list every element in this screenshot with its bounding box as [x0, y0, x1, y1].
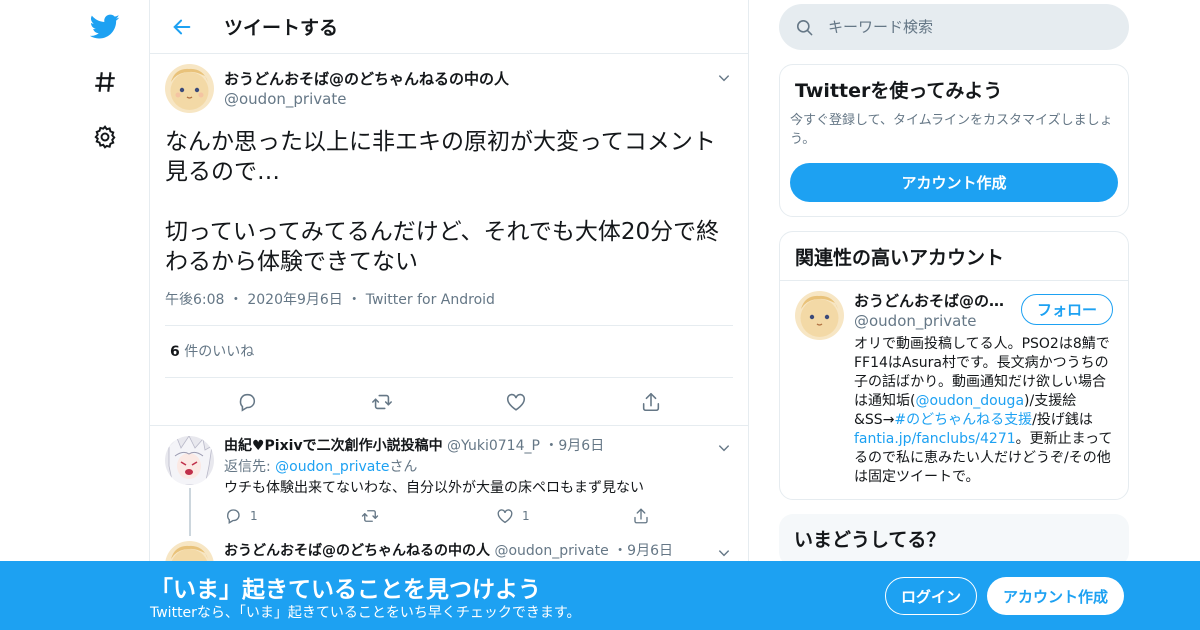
reply-author-handle[interactable]: @Yuki0714_P — [447, 438, 540, 454]
reply-text: ウチも体験出来てないわな、自分以外が大量の床ペロもまず見ない — [224, 480, 644, 496]
reply-icon — [240, 393, 256, 412]
reply-author-name[interactable]: おうどんおそば@のどちゃんねるの中の人 — [224, 543, 490, 559]
retweet-button[interactable] — [360, 507, 496, 525]
thread-connector — [189, 488, 191, 536]
reply-menu-button[interactable] — [714, 543, 734, 563]
related-account-bio: オリで動画投稿してる人。PSO2は8鯖でFF14はAsura村です。長文病かつう… — [854, 336, 1113, 485]
retweet-button[interactable] — [364, 384, 400, 420]
retweet-icon — [361, 510, 379, 522]
share-button[interactable] — [633, 384, 669, 420]
like-count: 1 — [522, 509, 530, 523]
hashtag-icon[interactable] — [88, 65, 122, 99]
share-icon — [642, 392, 659, 411]
back-button[interactable] — [162, 7, 202, 47]
reply-button[interactable]: 1 — [224, 507, 360, 525]
reply-to-link[interactable]: @oudon_private — [275, 459, 389, 475]
back-arrow-icon — [173, 19, 191, 34]
chevron-down-icon — [718, 550, 730, 557]
related-account-name[interactable]: おうどんおそば@の… — [854, 291, 1009, 311]
reply-author-name[interactable]: 由紀♥Pixivで二次創作小説投稿中 — [224, 438, 443, 454]
banner-title: 「いま」起きていることを見つけよう — [150, 577, 541, 603]
bio-link-hashtag[interactable]: #のどちゃんねる支援 — [894, 412, 1032, 428]
tweet-author: おうどんおそば@のどちゃんねるの中の人 @oudon_private — [165, 64, 733, 113]
main-tweet: おうどんおそば@のどちゃんねるの中の人 @oudon_private なんか思っ… — [150, 54, 748, 426]
left-nav — [0, 0, 150, 630]
reply-count: 1 — [250, 509, 258, 523]
bio-link-handle[interactable]: @oudon_douga — [915, 393, 1024, 409]
tweet-source[interactable]: Twitter for Android — [366, 292, 495, 308]
related-accounts-card: 関連性の高いアカウント おうどんおそば@の… @oudon_private オリ… — [779, 231, 1129, 500]
like-icon — [507, 393, 526, 411]
avatar[interactable] — [165, 64, 214, 113]
related-account[interactable]: おうどんおそば@の… @oudon_private オリで動画投稿してる人。PS… — [780, 281, 1128, 499]
reply-menu-button[interactable] — [714, 438, 734, 458]
page-header: ツイートする — [150, 0, 748, 54]
reply-actions: 1 1 — [224, 507, 748, 525]
reply-date[interactable]: 9月6日 — [627, 543, 673, 559]
reply-author-handle[interactable]: @oudon_private — [494, 543, 608, 559]
page-title: ツイートする — [224, 17, 339, 39]
trends-card: いまどうしてる？ — [779, 514, 1129, 566]
bio-link-url[interactable]: fantia.jp/fanclubs/4271 — [854, 431, 1016, 447]
reply-tweet[interactable]: 由紀♥Pixivで二次創作小説投稿中 @Yuki0714_P ・9月6日 返信先… — [150, 426, 748, 536]
like-button[interactable] — [498, 384, 534, 420]
related-card-title: 関連性の高いアカウント — [795, 247, 1005, 269]
author-handle[interactable]: @oudon_private — [224, 89, 509, 109]
share-icon — [634, 508, 648, 524]
signup-card-title: Twitterを使ってみよう — [795, 80, 1003, 102]
tweet-menu-button[interactable] — [714, 68, 734, 88]
reply-button[interactable] — [229, 384, 265, 420]
login-button[interactable]: ログイン — [885, 577, 977, 615]
like-icon — [497, 509, 513, 524]
retweet-icon — [371, 394, 392, 409]
tweet-metadata: 午後6:08 ・ 2020年9月6日 ・ Twitter for Android — [165, 289, 733, 326]
reply-icon — [227, 509, 240, 524]
banner-signup-button[interactable]: アカウント作成 — [987, 577, 1124, 615]
likes-label: 件のいいね — [184, 344, 255, 360]
share-button[interactable] — [632, 507, 748, 525]
main-column: ツイートする おうどんおそば@のどちゃんねるの中の人 @oudon_privat… — [149, 0, 749, 630]
avatar[interactable] — [795, 291, 844, 340]
likes-count: 6 — [170, 344, 180, 360]
chevron-down-icon — [718, 75, 730, 82]
search-input[interactable] — [828, 18, 1098, 36]
like-button[interactable]: 1 — [496, 507, 632, 525]
likes-summary[interactable]: 6 件のいいね — [165, 326, 733, 378]
tweet-text: なんか思った以上に非エキの原初が大変ってコメント見るので… 切っていってみてるん… — [165, 129, 720, 275]
banner-subtitle: Twitterなら、「いま」起きていることをいち早くチェックできます。 — [150, 605, 581, 621]
chevron-down-icon — [718, 445, 730, 452]
tweet-actions — [150, 378, 748, 426]
search-box[interactable] — [779, 4, 1129, 50]
author-display-name[interactable]: おうどんおそば@のどちゃんねるの中の人 — [224, 69, 509, 89]
reply-to-line: 返信先: @oudon_privateさん — [224, 459, 418, 475]
avatar[interactable] — [165, 436, 214, 485]
twitter-logo-icon[interactable] — [88, 10, 122, 44]
tweet-date[interactable]: 2020年9月6日 — [247, 292, 342, 308]
gear-icon[interactable] — [88, 120, 122, 154]
create-account-button[interactable]: アカウント作成 — [790, 163, 1118, 202]
trends-card-title: いまどうしてる？ — [794, 529, 946, 551]
tweet-time[interactable]: 午後6:08 — [165, 292, 224, 308]
reply-date[interactable]: 9月6日 — [558, 438, 604, 454]
search-icon — [796, 19, 813, 35]
signup-card-description: 今すぐ登録して、タイムラインをカスタマイズしましょう。 — [790, 113, 1113, 147]
follow-button[interactable]: フォロー — [1021, 294, 1113, 325]
right-sidebar: Twitterを使ってみよう 今すぐ登録して、タイムラインをカスタマイズしましょ… — [779, 0, 1129, 566]
signup-card: Twitterを使ってみよう 今すぐ登録して、タイムラインをカスタマイズしましょ… — [779, 64, 1129, 217]
signup-banner: 「いま」起きていることを見つけよう Twitterなら、「いま」起きていることを… — [0, 561, 1200, 630]
